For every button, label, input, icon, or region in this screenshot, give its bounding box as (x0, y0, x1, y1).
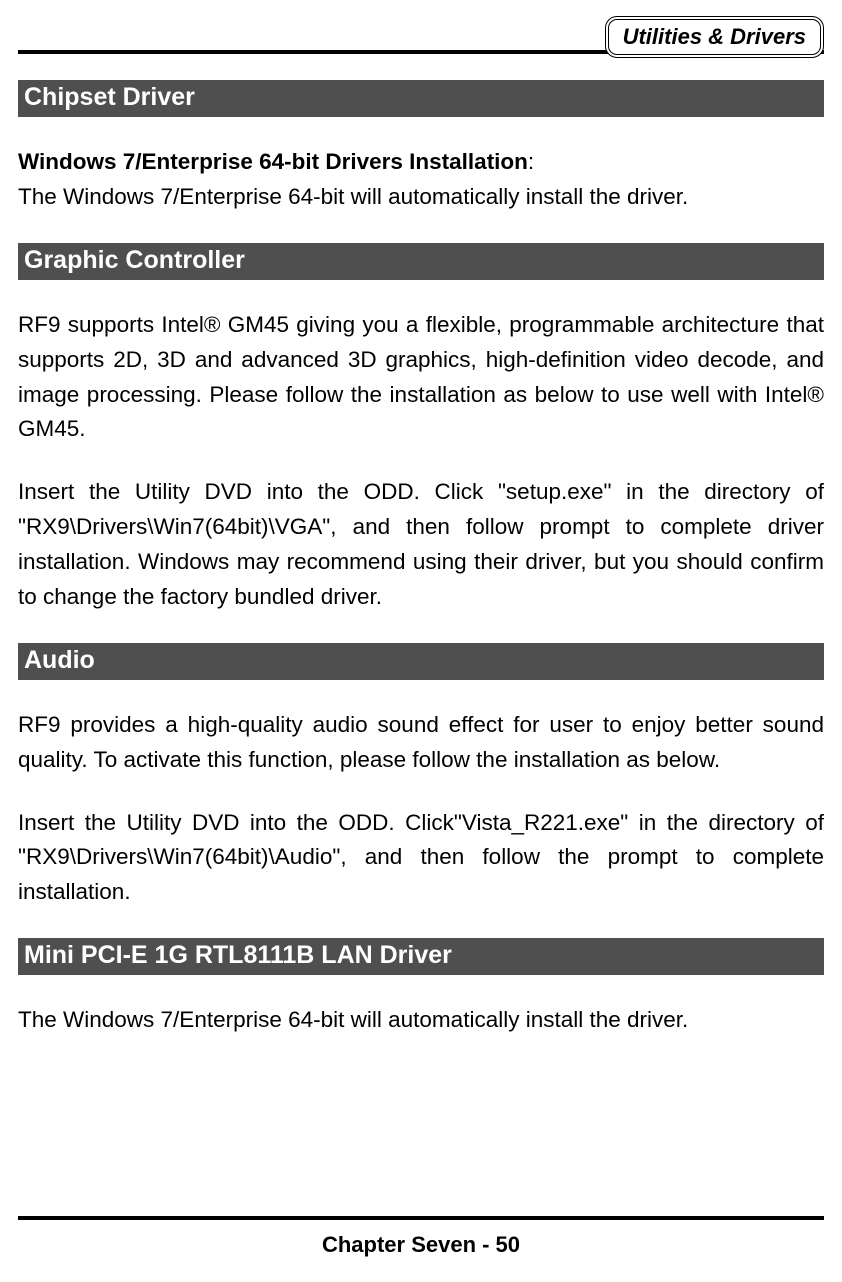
section-heading-audio: Audio (18, 643, 824, 680)
section-heading-chipset: Chipset Driver (18, 80, 824, 117)
audio-p1: RF9 provides a high-quality audio sound … (18, 708, 824, 778)
audio-p2: Insert the Utility DVD into the ODD. Cli… (18, 806, 824, 911)
section-heading-graphic: Graphic Controller (18, 243, 824, 280)
lan-p1: The Windows 7/Enterprise 64-bit will aut… (18, 1003, 824, 1038)
header-title-box: Utilities & Drivers (605, 16, 824, 58)
chipset-body: The Windows 7/Enterprise 64-bit will aut… (18, 184, 688, 209)
chipset-subtitle-bold: Windows 7/Enterprise 64-bit Drivers Inst… (18, 149, 528, 174)
chipset-subtitle-colon: : (528, 149, 534, 174)
page-footer: Chapter Seven - 50 (0, 1232, 842, 1258)
page-content: Chipset Driver Windows 7/Enterprise 64-b… (18, 80, 824, 1066)
header-title: Utilities & Drivers (623, 24, 806, 49)
chipset-subtitle-line: Windows 7/Enterprise 64-bit Drivers Inst… (18, 145, 824, 215)
bottom-rule (18, 1216, 824, 1220)
graphic-p2: Insert the Utility DVD into the ODD. Cli… (18, 475, 824, 615)
graphic-p1: RF9 supports Intel® GM45 giving you a fl… (18, 308, 824, 448)
section-heading-lan: Mini PCI-E 1G RTL8111B LAN Driver (18, 938, 824, 975)
